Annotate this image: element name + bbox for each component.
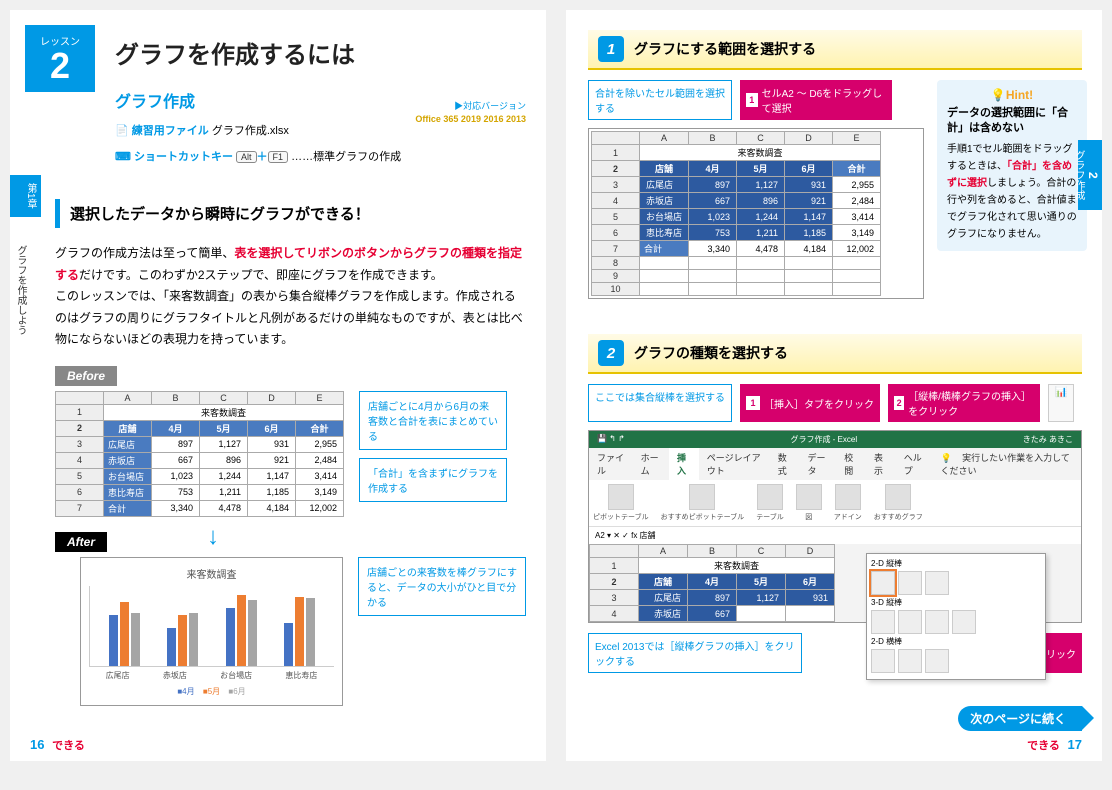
after-chart: 来客数調査 広尾店 赤坂店 お台場店 恵比寿店 ■4月 ■5月 ■6月 <box>80 557 343 706</box>
grp-recommend-pivot[interactable]: おすすめピボットテーブル <box>661 484 745 522</box>
ribbon-search[interactable]: 実行したい作業を入力してください <box>940 450 1069 479</box>
grp-rec-chart[interactable]: おすすめグラフ <box>874 484 923 522</box>
hint-box: 💡Hint! データの選択範囲に「合計」は含めない 手順1でセル範囲をドラッグす… <box>937 80 1087 251</box>
x-3: 恵比寿店 <box>285 670 317 681</box>
keyboard-icon: ⌨ <box>115 151 131 163</box>
shortcut-label: ショートカットキー <box>134 151 233 163</box>
step-2-title: グラフの種類を選択する <box>634 343 788 363</box>
body-paragraph-2: このレッスンでは、「来客数調査」の表から集合縦棒グラフを作成します。作成されるの… <box>55 286 526 351</box>
tab-home[interactable]: ホーム <box>633 448 669 480</box>
page-right: 1 グラフにする範囲を選択する 合計を除いたセル範囲を選択する 1セルA2 〜 … <box>566 10 1102 761</box>
grp-illustrations[interactable]: 図 <box>796 484 822 522</box>
tab-formula[interactable]: 数式 <box>770 448 800 480</box>
step1-instruction: 合計を除いたセル範囲を選択する <box>588 80 732 120</box>
step-1-header: 1 グラフにする範囲を選択する <box>588 30 1082 70</box>
tab-data[interactable]: データ <box>800 448 837 480</box>
next-page-arrow: 次のページに続く <box>958 706 1082 731</box>
page-number-left: 16 できる <box>30 737 85 753</box>
grp-addins[interactable]: アドイン <box>834 484 862 522</box>
body1a: グラフの作成方法は至って簡単、 <box>55 246 234 260</box>
hint-body: 手順1でセル範囲をドラッグするときは、「合計」を含めずに選択しましょう。合計の行… <box>947 141 1077 243</box>
pick-2d-hbar: 2-D 横棒 <box>871 636 1041 647</box>
key-alt: Alt <box>236 151 257 163</box>
step2-action-2: 2［縦棒/横棒グラフの挿入］をクリック <box>888 384 1040 422</box>
version-box: ▶対応バージョン Office 365 2019 2016 2013 <box>415 100 526 125</box>
version-label: ▶対応バージョン <box>415 100 526 113</box>
shortcut-desc: ……標準グラフの作成 <box>291 151 401 163</box>
hint-title: データの選択範囲に「合計」は含めない <box>947 106 1077 137</box>
step-1-number: 1 <box>598 36 624 62</box>
step-2-number: 2 <box>598 340 624 366</box>
ribbon-user: きたみ あきこ <box>1023 434 1073 445</box>
tab-file[interactable]: ファイル <box>589 448 633 480</box>
pick-3d-bar: 3-D 縦棒 <box>871 597 1041 608</box>
step2-instruction: ここでは集合縦棒を選択する <box>588 384 732 422</box>
step-2-header: 2 グラフの種類を選択する <box>588 334 1082 374</box>
chapter-tab: 第1章 <box>10 175 41 217</box>
tab-review[interactable]: 校閲 <box>836 448 866 480</box>
page-title: グラフを作成するには <box>115 25 526 70</box>
step-1-title: グラフにする範囲を選択する <box>634 39 816 59</box>
tab-layout[interactable]: ページレイアウト <box>699 448 770 480</box>
chart-title: 来客数調査 <box>89 566 334 581</box>
chart-button-icon[interactable]: 📊 <box>1048 384 1074 422</box>
version-list: Office 365 2019 2016 2013 <box>415 113 526 126</box>
before-table: ABCDE 1来客数調査 2店舗4月5月6月合計 3広尾店8971,127931… <box>55 391 344 517</box>
shortcut-line: ⌨ ショートカットキー Alt＋F1 ……標準グラフの作成 <box>115 148 526 164</box>
page-number-right: できる 17 <box>1027 737 1082 753</box>
tab-view[interactable]: 表示 <box>866 448 896 480</box>
clustered-column-thumb[interactable] <box>871 571 895 595</box>
table-title: 来客数調査 <box>104 404 344 420</box>
tab-insert[interactable]: 挿入 <box>669 448 699 480</box>
excel-screenshot-1: ABCDE 1来客数調査 2店舗4月5月6月合計 3広尾店8971,127931… <box>588 128 924 299</box>
before-badge: Before <box>55 366 117 386</box>
step2-note: Excel 2013では［縦棒グラフの挿入］をクリックする <box>588 633 802 673</box>
chart-type-popup[interactable]: 2-D 縦棒 3-D 縦棒 2-D 横棒 <box>866 553 1046 680</box>
arrow-down-icon: ↓ <box>207 523 219 551</box>
x-2: お台場店 <box>220 670 252 681</box>
callout-1: 店舗ごとに4月から6月の来客数と合計を表にまとめている <box>359 391 507 450</box>
x-0: 広尾店 <box>106 670 130 681</box>
hint-icon: 💡Hint! <box>947 88 1077 102</box>
x-1: 赤坂店 <box>163 670 187 681</box>
step1-action-1: 1セルA2 〜 D6をドラッグして選択 <box>740 80 892 120</box>
pick-2d-bar: 2-D 縦棒 <box>871 558 1041 569</box>
grp-table[interactable]: テーブル <box>756 484 784 522</box>
chart-bars <box>89 586 334 667</box>
body1c: だけです。このわずか2ステップで、即座にグラフを作成できます。 <box>79 268 443 282</box>
callout-2: 「合計」を含まずにグラフを作成する <box>359 458 507 502</box>
step2-action-1: 1［挿入］タブをクリック <box>740 384 880 422</box>
lesson-badge: レッスン 2 <box>25 25 95 92</box>
section-heading: 選択したデータから瞬時にグラフができる！ <box>55 199 526 228</box>
chapter-side-label: グラフを作成しよう <box>13 245 28 335</box>
tab-help[interactable]: ヘルプ <box>896 448 933 480</box>
grp-pivot[interactable]: ピボットテーブル <box>593 484 649 522</box>
chart-legend: ■4月 ■5月 ■6月 <box>89 686 334 697</box>
lesson-number: 2 <box>25 48 95 84</box>
side-tab-right: 2グラフ作成 <box>1078 140 1102 210</box>
file-name: グラフ作成.xlsx <box>212 125 289 137</box>
after-badge: After <box>55 532 107 552</box>
key-f1: F1 <box>268 151 289 163</box>
file-label: 練習用ファイル <box>132 125 209 137</box>
before-table-wrap: ABCDE 1来客数調査 2店舗4月5月6月合計 3広尾店8971,127931… <box>55 391 344 517</box>
callout-3: 店舗ごとの来客数を棒グラフにすると、データの大小がひと目で分かる <box>358 557 526 616</box>
body-paragraph-1: グラフの作成方法は至って簡単、表を選択してリボンのボタンからグラフの種類を指定す… <box>55 243 526 286</box>
ribbon-tabs[interactable]: ファイル ホーム 挿入 ページレイアウト 数式 データ 校閲 表示 ヘルプ 💡 … <box>589 448 1081 480</box>
ribbon-title: グラフ作成 - Excel <box>790 434 857 445</box>
page-left: レッスン 2 グラフを作成するには グラフ作成 ▶対応バージョン Office … <box>10 10 546 761</box>
file-icon: 📄 <box>115 125 129 137</box>
